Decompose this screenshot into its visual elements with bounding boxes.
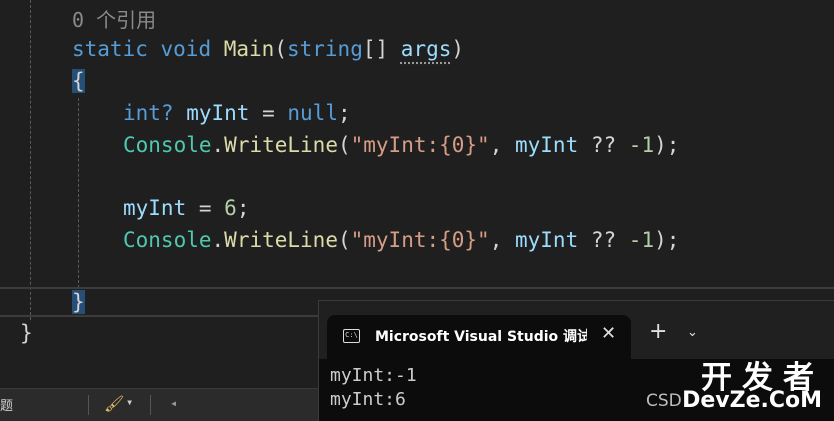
brace: } [20,321,33,345]
code-line-2[interactable]: Console.WriteLine("myInt:{0}", myInt ?? … [123,130,679,160]
variable: myInt [515,133,579,157]
method-name: Main [223,37,275,61]
keyword: static [72,37,148,61]
operator: ?? [578,228,629,252]
chevron-down-icon[interactable]: ⌄ [687,325,698,340]
punctuation: . [211,228,225,252]
close-icon[interactable]: ✕ [601,323,616,344]
status-text-fragment: 题 [0,399,14,414]
new-tab-button[interactable]: + [649,321,667,343]
code-line-class-close[interactable]: } [20,318,33,348]
punctuation: ( [337,133,351,157]
code-line-4[interactable]: Console.WriteLine("myInt:{0}", myInt ?? … [123,225,679,255]
punctuation: ( [337,228,351,252]
punctuation: ; [236,196,250,220]
status-divider [150,395,151,415]
matched-brace-close: } [72,290,85,314]
operator: ?? [578,133,629,157]
indent-guide [78,98,79,288]
punctuation: , [489,133,515,157]
punctuation: , [489,228,515,252]
status-divider [88,395,89,415]
number-literal: -1 [628,133,655,157]
type-name: Console [123,228,212,252]
punctuation: ); [654,133,680,157]
code-line-signature[interactable]: static void Main(string[] args) [72,34,464,64]
tab-title: Microsoft Visual Studio 调试控制台 [375,329,587,345]
operator: = [186,196,225,220]
code-line-brace-open[interactable]: { [72,66,85,96]
code-line-1[interactable]: int? myInt = null; [123,98,351,128]
operator: = [249,101,288,125]
indent-guide [30,0,31,320]
punctuation: ); [654,228,680,252]
keyword: int? [123,101,174,125]
keyword: void [160,37,212,61]
console-output-line: myInt:-1 [330,365,417,386]
string-literal: "myInt:{0}" [350,228,490,252]
watermark-logo-url: DevZe.CoM [682,388,822,413]
variable: myInt [186,101,250,125]
punctuation: [] [362,37,389,61]
terminal-tab[interactable]: C:\ Microsoft Visual Studio 调试控制台 ✕ [327,315,631,359]
method-name: WriteLine [224,228,338,252]
code-line-brace-close[interactable]: } [72,287,85,317]
chevron-down-icon[interactable]: ▾ [126,395,133,409]
console-icon: C:\ [343,329,360,343]
type-name: Console [123,133,212,157]
keyword: null [287,101,338,125]
matched-brace-open: { [72,69,85,93]
parameter-args[interactable]: args [401,37,452,61]
paintbrush-icon[interactable]: 🖌 [104,394,124,413]
variable: myInt [515,228,579,252]
string-literal: "myInt:{0}" [350,133,490,157]
punctuation: ; [337,101,351,125]
terminal-titlebar[interactable]: C:\ Microsoft Visual Studio 调试控制台 ✕ + ⌄ [319,301,834,359]
punctuation: ) [451,37,465,61]
code-line-3[interactable]: myInt = 6; [123,193,249,223]
method-name: WriteLine [224,133,338,157]
punctuation: ( [274,37,287,61]
number-literal: -1 [628,228,655,252]
codelens-references[interactable]: 0 个引用 [72,4,156,33]
variable: myInt [123,196,187,220]
punctuation: . [211,133,225,157]
watermark-csd: CSD [646,391,682,411]
keyword: string [286,37,363,61]
number-literal: 6 [224,196,237,220]
console-output-line: myInt:6 [330,389,406,410]
scroll-left-icon[interactable]: ◂ [170,396,177,410]
